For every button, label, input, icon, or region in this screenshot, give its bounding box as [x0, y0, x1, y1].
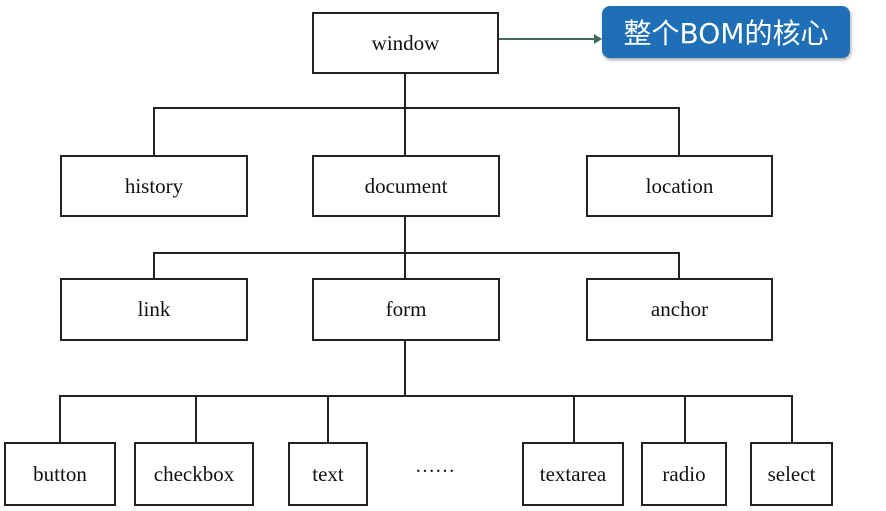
node-button[interactable]: button	[4, 442, 116, 506]
node-label: button	[33, 461, 87, 486]
node-label: history	[124, 173, 184, 198]
node-text[interactable]: text	[288, 442, 368, 506]
ellipsis-more: ……	[415, 455, 455, 477]
node-label: document	[364, 173, 448, 198]
node-label: radio	[662, 461, 706, 486]
callout-arrow	[482, 34, 602, 44]
node-anchor[interactable]: anchor	[586, 278, 773, 341]
node-label: anchor	[650, 297, 709, 321]
node-label: textarea	[539, 461, 607, 486]
node-select[interactable]: select	[750, 442, 833, 506]
node-label: location	[645, 173, 714, 198]
node-label: select	[767, 461, 816, 486]
callout-bom-core: 整个BOM的核心	[602, 6, 850, 58]
arrow-head-icon	[594, 34, 602, 44]
node-label: checkbox	[153, 461, 235, 486]
node-form[interactable]: form	[312, 278, 500, 341]
node-label: form	[385, 297, 427, 321]
node-textarea[interactable]: textarea	[522, 442, 624, 506]
node-radio[interactable]: radio	[641, 442, 727, 506]
node-document[interactable]: document	[312, 155, 500, 217]
node-link[interactable]: link	[60, 278, 248, 341]
callout-text: 整个BOM的核心	[623, 17, 829, 50]
node-label: link	[137, 297, 171, 321]
node-location[interactable]: location	[586, 155, 773, 217]
node-label: text	[312, 461, 344, 486]
node-window[interactable]: window	[312, 12, 499, 74]
node-label: window	[371, 30, 440, 55]
node-checkbox[interactable]: checkbox	[134, 442, 254, 506]
node-history[interactable]: history	[60, 155, 248, 217]
